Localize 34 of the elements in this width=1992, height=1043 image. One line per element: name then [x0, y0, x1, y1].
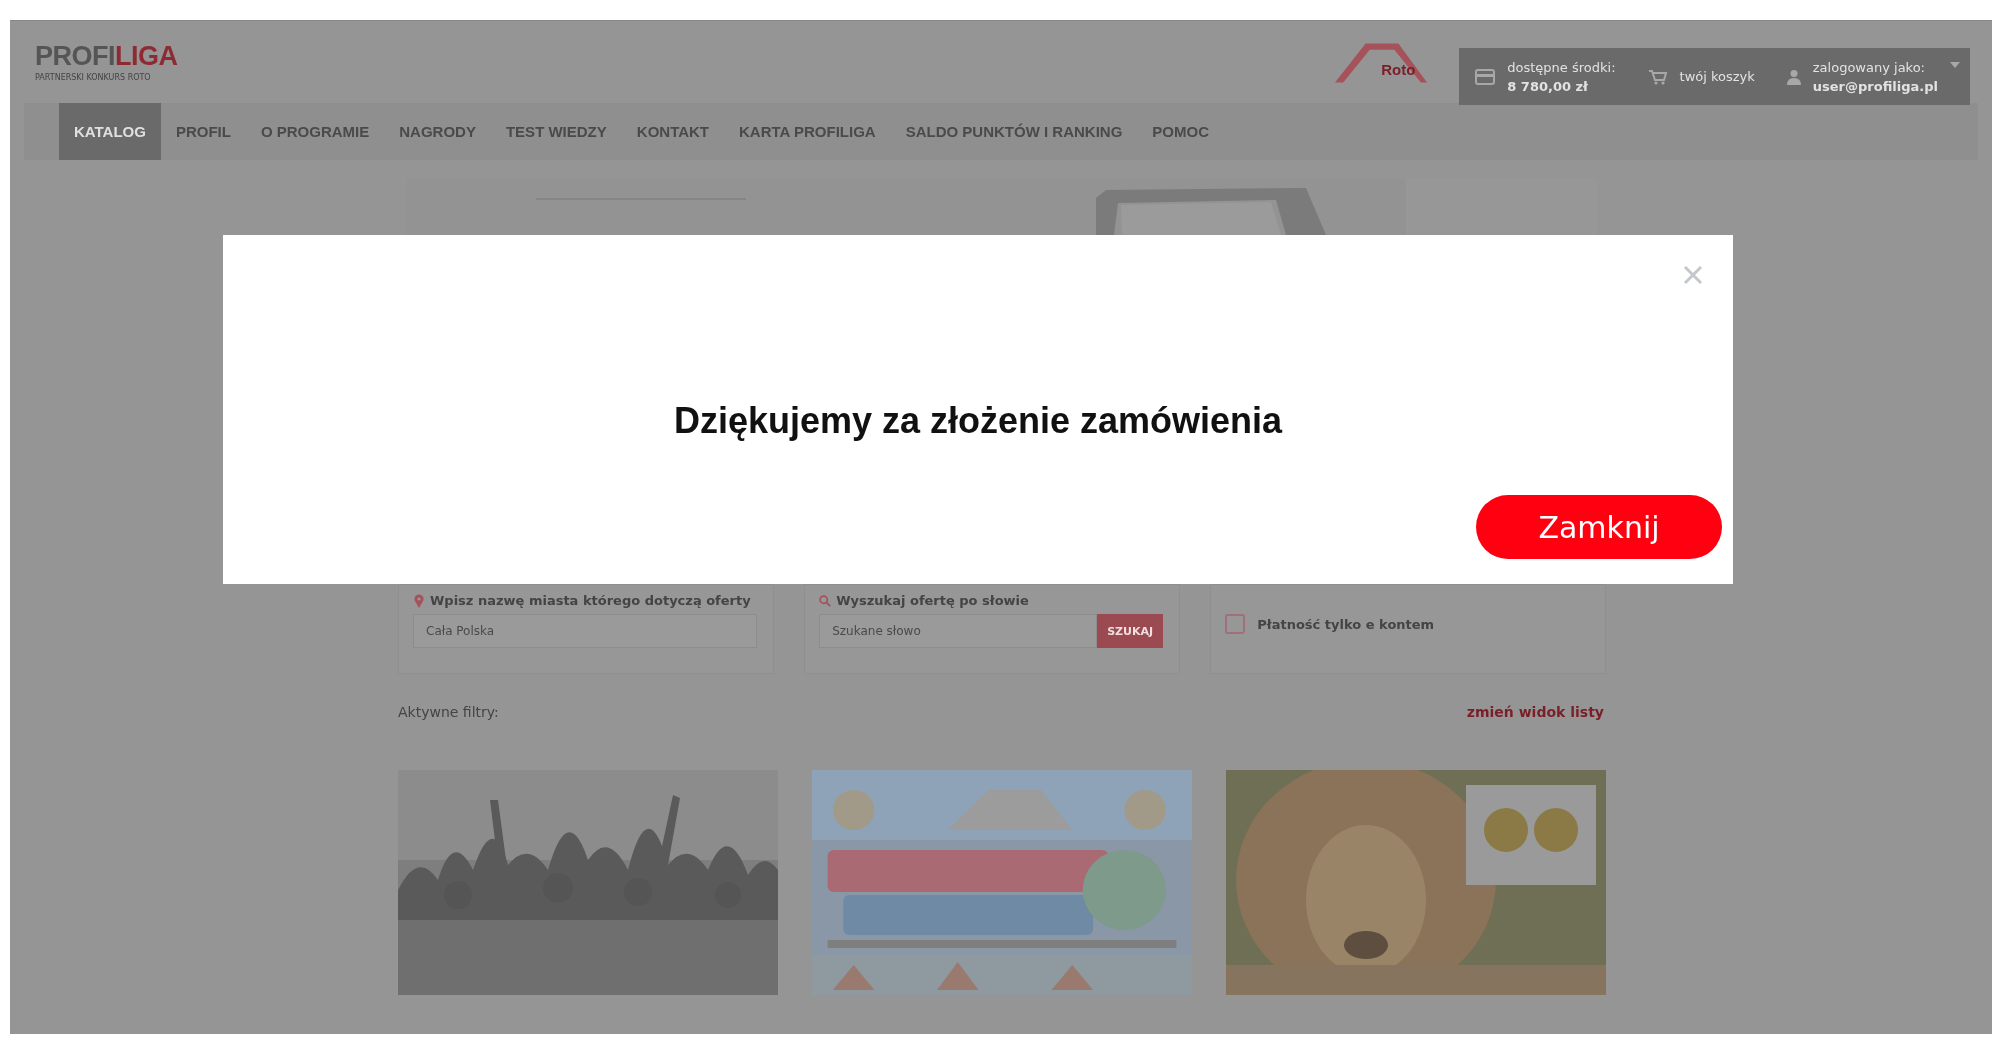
city-field[interactable]: Cała Polska — [413, 614, 757, 648]
nav-tab[interactable]: KONTAKT — [621, 103, 724, 160]
modal-message: Dziękujemy za złożenie zamówienia — [673, 400, 1283, 442]
funds-amount: 8 780,00 zł — [1507, 78, 1589, 94]
nav-tab[interactable]: PROFIL — [160, 103, 246, 160]
nav-tab[interactable]: TEST WIEDZY — [490, 103, 622, 160]
user-label: zalogowany jako: — [1812, 59, 1926, 75]
user-icon — [1786, 68, 1801, 85]
caret-icon[interactable] — [1950, 62, 1960, 68]
nav-tab[interactable]: O PROGRAMIE — [245, 103, 385, 160]
nav-tab[interactable]: POMOC — [1137, 103, 1224, 160]
nav-tab[interactable]: SALDO PUNKTÓW I RANKING — [890, 103, 1138, 160]
checkbox[interactable] — [1225, 614, 1246, 634]
funds-label: dostępne środki: — [1507, 59, 1616, 75]
card-icon — [1475, 68, 1496, 85]
cart-icon[interactable] — [1647, 68, 1668, 85]
user-email[interactable]: user@profiliga.pl — [1812, 78, 1938, 94]
logo-tagline: PARTNERSKI KONKURS ROTO — [35, 72, 152, 82]
pin-icon — [413, 593, 425, 608]
checkbox-label: Płatność tylko e kontem — [1257, 616, 1435, 632]
close-icon[interactable] — [1683, 265, 1703, 285]
close-button[interactable]: Zamknij — [1476, 495, 1722, 559]
active-filters-label: Aktywne filtry: — [398, 704, 499, 720]
search-label: Wyszukaj ofertę po słowie — [836, 593, 1029, 608]
search-field[interactable]: Szukane słowo — [819, 614, 1098, 648]
nav-tab[interactable]: KATALOG — [59, 103, 161, 160]
city-label: Wpisz nazwę miasta którego dotyczą oferty — [430, 593, 751, 608]
search-button[interactable]: SZUKAJ — [1097, 614, 1164, 648]
change-view-link[interactable]: zmień widok listy — [1466, 704, 1604, 720]
nav-tab[interactable]: KARTA PROFILIGA — [724, 103, 891, 160]
logo-wordmark[interactable]: PROFILIGA — [35, 42, 178, 70]
search-icon — [819, 593, 832, 608]
nav-tab[interactable]: NAGRODY — [384, 103, 491, 160]
cart-link[interactable]: twój koszyk — [1679, 69, 1755, 84]
